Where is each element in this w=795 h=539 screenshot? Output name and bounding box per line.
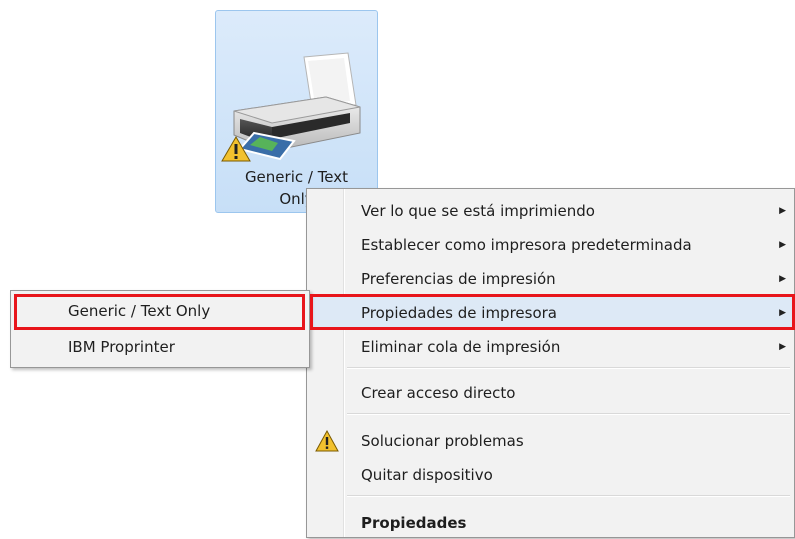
menu-item-propiedades-impresora[interactable]: Propiedades de impresora ▶ — [309, 297, 792, 329]
menu-separator — [347, 495, 790, 497]
printer-tile[interactable]: Generic / Text Only — [215, 10, 378, 213]
menu-item-crear-acceso[interactable]: Crear acceso directo — [309, 377, 792, 409]
printer-submenu: Generic / Text Only IBM Proprinter — [10, 290, 310, 368]
menu-item-ver-impresion[interactable]: Ver lo que se está imprimiendo ▶ — [309, 195, 792, 227]
menu-separator — [347, 413, 790, 415]
context-menu: Ver lo que se está imprimiendo ▶ Estable… — [306, 188, 795, 538]
menu-item-solucionar[interactable]: Solucionar problemas — [309, 425, 792, 457]
submenu-arrow-icon: ▶ — [779, 308, 786, 318]
menu-item-quitar[interactable]: Quitar dispositivo — [309, 459, 792, 491]
submenu-arrow-icon: ▶ — [779, 274, 786, 284]
submenu-arrow-icon: ▶ — [779, 206, 786, 216]
menu-item-preferencias[interactable]: Preferencias de impresión ▶ — [309, 263, 792, 295]
menu-item-eliminar-cola[interactable]: Eliminar cola de impresión ▶ — [309, 331, 792, 363]
submenu-item-ibm[interactable]: IBM Proprinter — [13, 331, 307, 363]
submenu-item-generic[interactable]: Generic / Text Only — [13, 295, 307, 327]
warning-icon — [315, 430, 339, 452]
submenu-arrow-icon: ▶ — [779, 240, 786, 250]
menu-item-propiedades[interactable]: Propiedades — [309, 507, 792, 539]
menu-item-predeterminada[interactable]: Establecer como impresora predeterminada… — [309, 229, 792, 261]
submenu-arrow-icon: ▶ — [779, 342, 786, 352]
warning-icon — [221, 136, 251, 162]
menu-separator — [347, 367, 790, 369]
